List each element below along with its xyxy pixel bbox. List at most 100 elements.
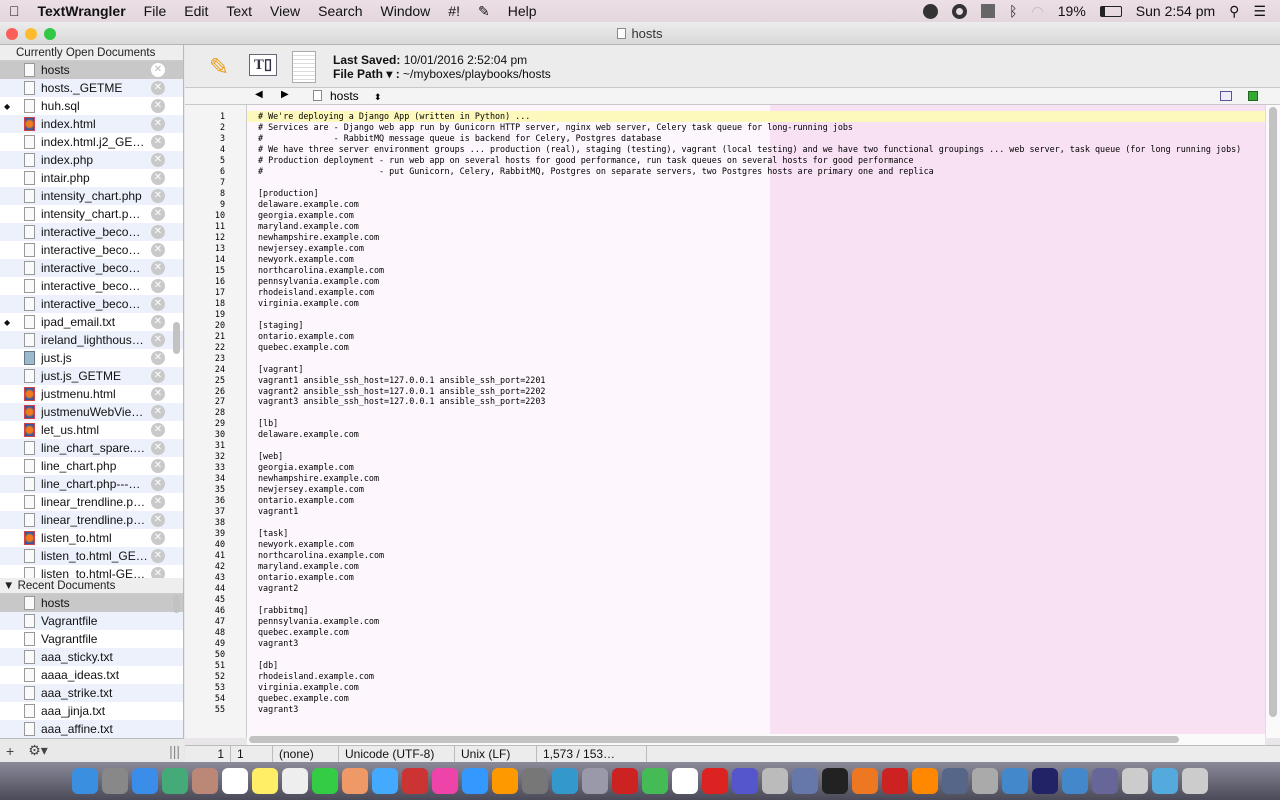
document-list-item[interactable]: listen_to.html ✕	[0, 529, 183, 547]
gear-icon[interactable]: ⚙▾	[28, 742, 48, 759]
resize-handle-icon[interactable]: |||	[169, 743, 180, 759]
dock-ibooks-icon[interactable]	[492, 768, 518, 794]
document-list-item[interactable]: ◆ huh.sql ✕	[0, 97, 183, 115]
close-document-icon[interactable]: ✕	[151, 351, 165, 365]
disclosure-triangle-icon[interactable]: ▼	[3, 580, 18, 592]
dock-bbedit-icon[interactable]	[1032, 768, 1058, 794]
dock-preview-icon[interactable]	[162, 768, 188, 794]
close-document-icon[interactable]: ✕	[151, 99, 165, 113]
menu-text[interactable]: Text	[217, 3, 261, 20]
document-list-item[interactable]: ireland_lighthous… ✕	[0, 331, 183, 349]
close-document-icon[interactable]: ✕	[151, 405, 165, 419]
document-list-item[interactable]: justmenu.html ✕	[0, 385, 183, 403]
recent-documents-header[interactable]: ▼ Recent Documents	[0, 578, 183, 594]
document-list-item[interactable]: interactive_beco… ✕	[0, 295, 183, 313]
close-document-icon[interactable]: ✕	[151, 297, 165, 311]
document-list-item[interactable]: line_chart.php ✕	[0, 457, 183, 475]
document-list-item[interactable]: hosts	[0, 594, 183, 612]
close-document-icon[interactable]: ✕	[151, 207, 165, 221]
dock-firefox-icon[interactable]	[852, 768, 878, 794]
close-document-icon[interactable]: ✕	[151, 567, 165, 578]
document-list-item[interactable]: Vagrantfile	[0, 612, 183, 630]
dock-usb-icon[interactable]	[1122, 768, 1148, 794]
dock-calendar-icon[interactable]	[222, 768, 248, 794]
document-popup[interactable]: hosts ⬍	[313, 89, 382, 103]
wifi-icon[interactable]: ◠	[1032, 3, 1044, 20]
close-document-icon[interactable]: ✕	[151, 441, 165, 455]
document-list-item[interactable]: let_us.html ✕	[0, 421, 183, 439]
text-options-icon[interactable]: T▯	[249, 54, 277, 76]
menu-help[interactable]: Help	[499, 3, 546, 20]
clock[interactable]: Sun 2:54 pm	[1136, 3, 1215, 19]
close-document-icon[interactable]: ✕	[151, 189, 165, 203]
dock-vlc-icon[interactable]	[912, 768, 938, 794]
forward-button[interactable]: ▶	[281, 89, 289, 100]
menu-item-6[interactable]: #!	[439, 3, 469, 20]
dock-messages-icon[interactable]	[372, 768, 398, 794]
document-info-icon[interactable]	[292, 51, 316, 83]
document-list-item[interactable]: ◆ ipad_email.txt ✕	[0, 313, 183, 331]
document-list-item[interactable]: Vagrantfile	[0, 630, 183, 648]
close-document-icon[interactable]: ✕	[151, 387, 165, 401]
minimize-window-button[interactable]	[25, 28, 37, 40]
dock-system-preferences-icon[interactable]	[522, 768, 548, 794]
dock-network-icon[interactable]	[942, 768, 968, 794]
close-document-icon[interactable]: ✕	[151, 423, 165, 437]
document-list-item[interactable]: index.php ✕	[0, 151, 183, 169]
document-list-item[interactable]: just.js ✕	[0, 349, 183, 367]
close-document-icon[interactable]: ✕	[151, 171, 165, 185]
document-list-item[interactable]: just.js_GETME ✕	[0, 367, 183, 385]
dock-textedit-icon[interactable]	[282, 768, 308, 794]
column-number[interactable]: 1	[231, 745, 273, 763]
document-list-item[interactable]: listen_to.html_GE… ✕	[0, 547, 183, 565]
dock-itunes-icon[interactable]	[432, 768, 458, 794]
menu-item-7[interactable]: ✎	[469, 3, 499, 20]
menu-window[interactable]: Window	[372, 3, 440, 20]
close-document-icon[interactable]: ✕	[151, 459, 165, 473]
back-button[interactable]: ◀	[255, 89, 263, 100]
encoding-popup[interactable]: Unicode (UTF-8)	[339, 745, 455, 763]
document-list-item[interactable]: intensity_chart.p… ✕	[0, 205, 183, 223]
dock-mail-icon[interactable]	[762, 768, 788, 794]
markers-icon[interactable]	[1248, 91, 1258, 101]
language-popup[interactable]: (none)	[273, 745, 339, 763]
close-document-icon[interactable]: ✕	[151, 279, 165, 293]
dock-photos-icon[interactable]	[342, 768, 368, 794]
open-documents-scrollbar[interactable]	[173, 322, 180, 354]
document-list-item[interactable]: index.html ✕	[0, 115, 183, 133]
close-window-button[interactable]	[6, 28, 18, 40]
audio-icon[interactable]	[981, 4, 996, 18]
text-editor[interactable]: 1 # We're deploying a Django App (written…	[185, 105, 1265, 738]
document-list-item[interactable]: line_chart.php---… ✕	[0, 475, 183, 493]
document-list-item[interactable]: linear_trendline.p… ✕	[0, 511, 183, 529]
dock-virtualbox-icon[interactable]	[1062, 768, 1088, 794]
dock-virtualbox-icon[interactable]	[1002, 768, 1028, 794]
dock-xcode-icon[interactable]	[552, 768, 578, 794]
document-list-item[interactable]: aaa_strike.txt	[0, 684, 183, 702]
close-document-icon[interactable]: ✕	[151, 369, 165, 383]
menu-app[interactable]: TextWrangler	[29, 3, 135, 19]
zoom-window-button[interactable]	[44, 28, 56, 40]
document-list-item[interactable]: aaaa_ideas.txt	[0, 666, 183, 684]
recent-documents-scrollbar[interactable]	[173, 595, 180, 613]
dock-filezilla-icon[interactable]	[882, 768, 908, 794]
dock-opera-icon[interactable]	[702, 768, 728, 794]
dock-textwrangler-icon[interactable]	[582, 768, 608, 794]
dock-photo-booth-icon[interactable]	[402, 768, 428, 794]
close-document-icon[interactable]: ✕	[151, 261, 165, 275]
dock-facetime-icon[interactable]	[312, 768, 338, 794]
notification-center-icon[interactable]: ☰	[1253, 3, 1266, 20]
close-document-icon[interactable]: ✕	[151, 315, 165, 329]
document-list-item[interactable]: intair.php ✕	[0, 169, 183, 187]
close-document-icon[interactable]: ✕	[151, 513, 165, 527]
dock-help-icon[interactable]	[972, 768, 998, 794]
document-list-item[interactable]: interactive_beco… ✕	[0, 259, 183, 277]
close-document-icon[interactable]: ✕	[151, 333, 165, 347]
document-list-item[interactable]: interactive_beco… ✕	[0, 277, 183, 295]
dock-chrome-icon[interactable]	[642, 768, 668, 794]
close-document-icon[interactable]: ✕	[151, 63, 165, 77]
document-list-item[interactable]: line_chart_spare.… ✕	[0, 439, 183, 457]
close-document-icon[interactable]: ✕	[151, 135, 165, 149]
close-document-icon[interactable]: ✕	[151, 225, 165, 239]
spotlight-icon[interactable]: ⚲	[1229, 3, 1239, 20]
